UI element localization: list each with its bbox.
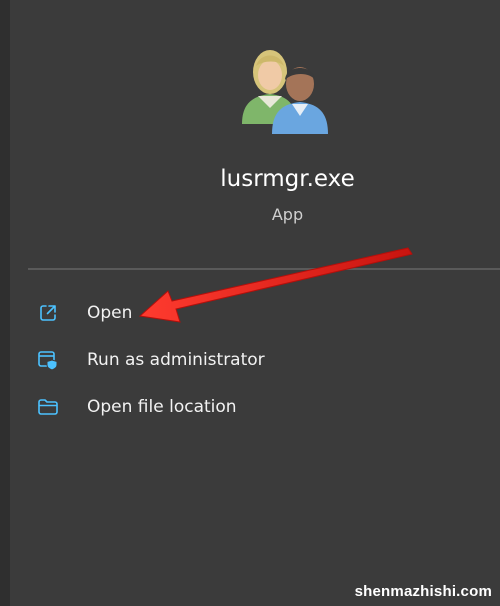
watermark: shenmazhishi.com	[354, 583, 492, 600]
menu-item-label: Open	[87, 303, 133, 323]
divider	[28, 268, 500, 270]
app-name: lusrmgr.exe	[220, 166, 355, 192]
folder-icon	[36, 395, 60, 419]
shield-window-icon	[36, 348, 60, 372]
menu-item-open[interactable]: Open	[36, 295, 276, 331]
menu-item-label: Open file location	[87, 397, 237, 417]
menu-item-open-file-location[interactable]: Open file location	[36, 389, 276, 425]
open-external-icon	[36, 301, 60, 325]
menu-item-run-as-administrator[interactable]: Run as administrator	[36, 342, 276, 378]
panel-edge	[0, 0, 10, 606]
users-icon	[242, 50, 328, 134]
menu-item-label: Run as administrator	[87, 350, 265, 370]
app-type-label: App	[271, 205, 304, 224]
